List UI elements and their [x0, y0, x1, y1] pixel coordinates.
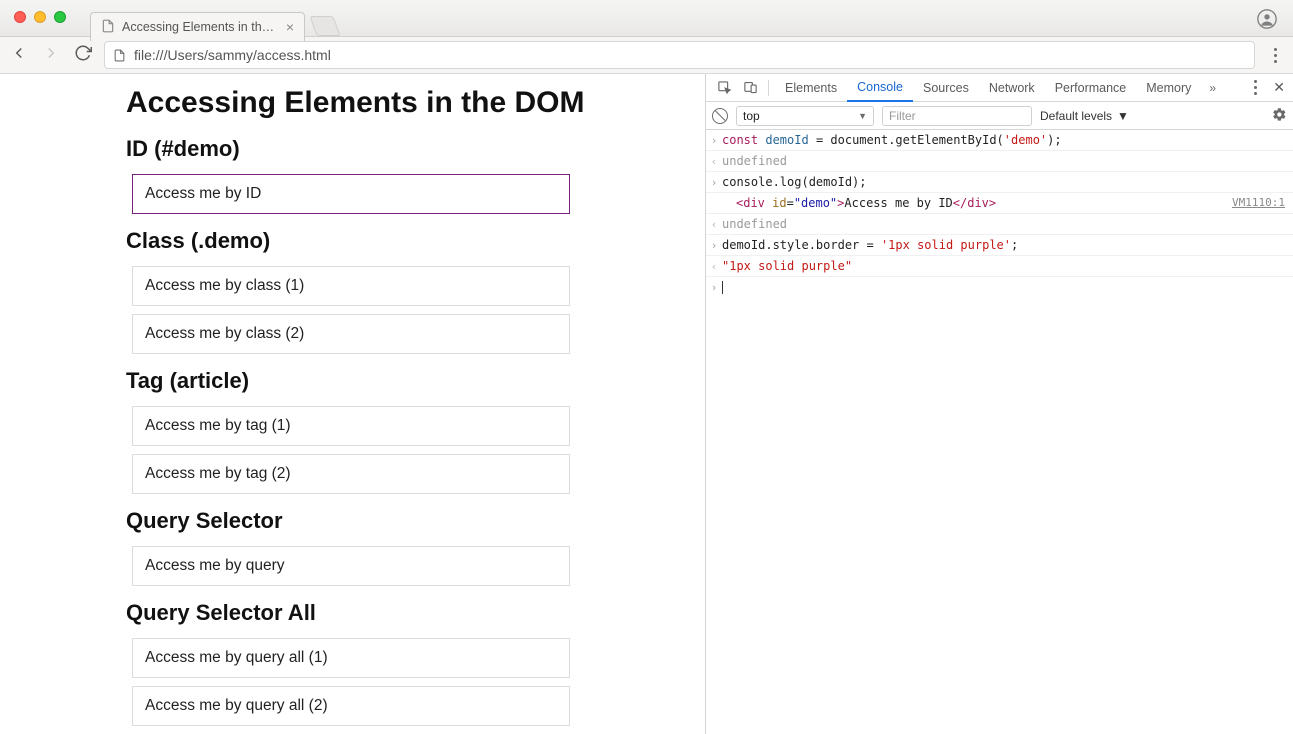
traffic-lights: [8, 4, 72, 30]
tab-title: Accessing Elements in the DOM: [122, 20, 279, 34]
context-value: top: [743, 109, 760, 123]
section-heading: Query Selector: [126, 508, 705, 534]
page-title: Accessing Elements in the DOM: [126, 86, 705, 120]
section-heading: Class (.demo): [126, 228, 705, 254]
profile-icon[interactable]: [1257, 9, 1277, 29]
more-tabs-icon[interactable]: »: [1203, 81, 1222, 95]
log-levels-selector[interactable]: Default levels ▼: [1040, 109, 1129, 123]
forward-button: [42, 44, 60, 67]
browser-tab[interactable]: Accessing Elements in the DOM ×: [90, 12, 305, 41]
window-titlebar: Accessing Elements in the DOM ×: [0, 0, 1293, 37]
source-link[interactable]: VM1110:1: [1232, 196, 1293, 209]
devtools-tab-console[interactable]: Console: [847, 74, 913, 102]
demo-element: Access me by tag (1): [132, 406, 570, 446]
devtools-panel: ElementsConsoleSourcesNetworkPerformance…: [706, 74, 1293, 734]
url-text: file:///Users/sammy/access.html: [134, 47, 331, 63]
section-heading: Tag (article): [126, 368, 705, 394]
device-toolbar-icon[interactable]: [738, 80, 762, 95]
devtools-menu-button[interactable]: [1247, 80, 1263, 95]
demo-element: Access me by ID: [132, 174, 570, 214]
section-heading: Query Selector All: [126, 600, 705, 626]
address-bar[interactable]: file:///Users/sammy/access.html: [104, 41, 1255, 69]
devtools-tab-network[interactable]: Network: [979, 74, 1045, 102]
demo-element: Access me by class (1): [132, 266, 570, 306]
devtools-tab-elements[interactable]: Elements: [775, 74, 847, 102]
demo-element: Access me by query all (1): [132, 638, 570, 678]
section-heading: ID (#demo): [126, 136, 705, 162]
console-row: ‹"1px solid purple": [706, 256, 1293, 277]
devtools-close-icon[interactable]: ✕: [1271, 79, 1287, 96]
devtools-tab-sources[interactable]: Sources: [913, 74, 979, 102]
filter-placeholder: Filter: [889, 109, 916, 123]
chevron-down-icon: ▼: [1117, 109, 1129, 123]
console-row: ‹undefined: [706, 214, 1293, 235]
browser-toolbar: file:///Users/sammy/access.html: [0, 37, 1293, 74]
zoom-window-button[interactable]: [54, 11, 66, 23]
log-levels-label: Default levels: [1040, 109, 1112, 123]
close-window-button[interactable]: [14, 11, 26, 23]
devtools-tab-memory[interactable]: Memory: [1136, 74, 1201, 102]
demo-element: Access me by tag (2): [132, 454, 570, 494]
back-button[interactable]: [10, 44, 28, 67]
console-row: <div id="demo">Access me by ID</div>VM11…: [706, 193, 1293, 214]
file-icon: [101, 19, 115, 36]
file-icon: [113, 48, 126, 63]
console-settings-icon[interactable]: [1272, 107, 1287, 125]
inspect-element-icon[interactable]: [712, 80, 736, 95]
reload-button[interactable]: [74, 44, 92, 67]
browser-menu-button[interactable]: [1267, 48, 1283, 63]
page-content: Accessing Elements in the DOM ID (#demo)…: [0, 74, 706, 734]
console-filter-input[interactable]: Filter: [882, 106, 1032, 126]
devtools-tab-performance[interactable]: Performance: [1045, 74, 1137, 102]
console-row: ‹undefined: [706, 151, 1293, 172]
demo-element: Access me by class (2): [132, 314, 570, 354]
console-output[interactable]: ›const demoId = document.getElementById(…: [706, 130, 1293, 734]
console-row: ›const demoId = document.getElementById(…: [706, 130, 1293, 151]
devtools-tabbar: ElementsConsoleSourcesNetworkPerformance…: [706, 74, 1293, 102]
console-row: ›demoId.style.border = '1px solid purple…: [706, 235, 1293, 256]
console-row: ›: [706, 277, 1293, 297]
chevron-down-icon: ▼: [858, 111, 867, 121]
clear-console-icon[interactable]: [712, 108, 728, 124]
minimize-window-button[interactable]: [34, 11, 46, 23]
tab-close-icon[interactable]: ×: [286, 19, 294, 35]
demo-element: Access me by query all (2): [132, 686, 570, 726]
context-selector[interactable]: top ▼: [736, 106, 874, 126]
new-tab-button[interactable]: [309, 16, 340, 36]
demo-element: Access me by query: [132, 546, 570, 586]
console-toolbar: top ▼ Filter Default levels ▼: [706, 102, 1293, 130]
console-row: ›console.log(demoId);: [706, 172, 1293, 193]
